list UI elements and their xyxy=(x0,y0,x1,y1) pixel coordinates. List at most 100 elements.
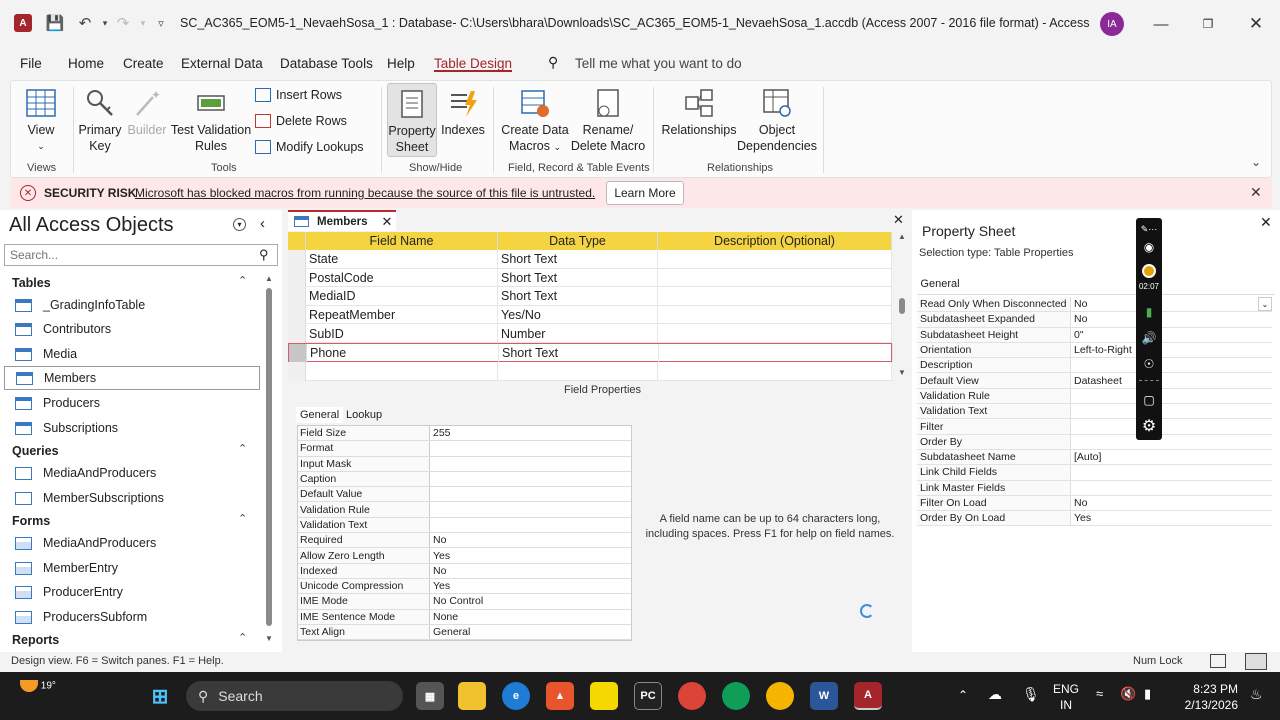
row-selector[interactable] xyxy=(289,344,307,363)
create-data-macros-button[interactable]: Create Data Macros ⌄ xyxy=(499,87,571,155)
property-row[interactable]: Filter xyxy=(917,419,1272,435)
property-value[interactable]: 255 xyxy=(430,426,631,440)
nav-table-item[interactable]: Subscriptions xyxy=(4,416,260,440)
property-value[interactable] xyxy=(1071,435,1272,449)
edge-browser-icon[interactable]: e xyxy=(502,682,530,710)
property-row[interactable]: Orientation Left-to-Right xyxy=(917,342,1272,359)
chevron-up-icon[interactable]: ⌃ xyxy=(238,274,247,287)
nav-form-item[interactable]: ProducerEntry xyxy=(4,580,260,604)
property-row[interactable]: Input Mask xyxy=(298,456,631,472)
data-type-cell[interactable]: Short Text xyxy=(498,268,658,288)
scroll-down-arrow-icon[interactable]: ▼ xyxy=(265,634,273,643)
redo-icon[interactable]: ↷ xyxy=(114,14,132,32)
search-icon[interactable]: ⚲ xyxy=(259,247,269,263)
design-view-icon[interactable] xyxy=(1245,653,1267,670)
close-icon[interactable]: ✕ xyxy=(1250,184,1262,201)
word-icon[interactable]: W xyxy=(810,682,838,710)
nav-query-item[interactable]: MediaAndProducers xyxy=(4,461,260,485)
property-value[interactable] xyxy=(430,457,631,471)
speaker-icon[interactable]: 🔊 xyxy=(1139,328,1159,348)
customize-qat-icon[interactable]: ▿ xyxy=(152,14,170,32)
property-value[interactable]: Yes xyxy=(1071,511,1272,525)
access-taskbar-icon[interactable]: A xyxy=(854,682,882,710)
undo-dropdown-icon[interactable]: ▾ xyxy=(96,14,114,32)
property-row[interactable]: Link Master Fields xyxy=(917,480,1272,496)
property-value[interactable]: None xyxy=(430,610,631,624)
column-header-field-name[interactable]: Field Name xyxy=(306,232,498,250)
pycharm-icon[interactable]: PC xyxy=(634,682,662,710)
property-value[interactable] xyxy=(430,487,631,501)
description-cell[interactable] xyxy=(658,362,892,381)
column-header-description[interactable]: Description (Optional) xyxy=(658,232,892,250)
column-header-data-type[interactable]: Data Type xyxy=(498,232,658,250)
description-cell[interactable] xyxy=(658,324,892,343)
nav-scroll-thumb[interactable] xyxy=(266,288,272,626)
property-value[interactable]: General xyxy=(430,625,631,639)
field-name-cell[interactable] xyxy=(306,362,498,381)
chevron-up-icon[interactable]: ⌃ xyxy=(238,631,247,644)
pen-icon[interactable]: ✎⋯ xyxy=(1139,219,1159,239)
property-value[interactable] xyxy=(1071,465,1272,479)
nav-table-item[interactable]: Contributors xyxy=(4,317,260,341)
chrome-profile-icon[interactable] xyxy=(722,682,750,710)
close-window-button[interactable]: ✕ xyxy=(1241,10,1271,38)
nav-search-input[interactable] xyxy=(5,245,245,265)
avatar[interactable]: IA xyxy=(1100,12,1124,36)
property-value[interactable]: No xyxy=(1071,312,1272,326)
nav-group-reports[interactable]: Reports xyxy=(12,633,59,647)
property-value[interactable]: No xyxy=(1071,496,1272,510)
description-cell[interactable] xyxy=(659,344,893,363)
property-row[interactable]: Unicode Compression Yes xyxy=(298,578,631,595)
record-stop-icon[interactable] xyxy=(1139,261,1159,281)
nav-query-item[interactable]: MemberSubscriptions xyxy=(4,486,260,510)
property-value[interactable]: Yes xyxy=(430,579,631,593)
microphone-icon[interactable]: ▮ xyxy=(1139,302,1159,322)
security-message-link[interactable]: Microsoft has blocked macros from runnin… xyxy=(135,186,595,200)
windows-start-icon[interactable]: ⊞ xyxy=(146,682,174,710)
property-value[interactable]: No xyxy=(430,564,631,578)
property-row[interactable]: Filter On Load No xyxy=(917,495,1272,512)
delete-rows-button[interactable]: Delete Rows xyxy=(255,114,347,128)
property-row[interactable]: Allow Zero Length Yes xyxy=(298,548,631,564)
tab-general[interactable]: General xyxy=(296,407,344,423)
builder-button[interactable]: ✦ Builder xyxy=(125,87,169,138)
table-row[interactable]: RepeatMember Yes/No xyxy=(288,305,892,325)
nav-table-item[interactable]: _GradingInfoTable xyxy=(4,293,260,317)
table-row-empty[interactable] xyxy=(288,362,892,381)
restore-button[interactable]: ❐ xyxy=(1193,10,1223,38)
property-value[interactable] xyxy=(430,518,631,532)
cloud-icon[interactable]: ☁ xyxy=(988,686,1002,703)
tell-me-input[interactable]: Tell me what you want to do xyxy=(575,56,742,71)
camera-icon[interactable]: ◉ xyxy=(1139,237,1159,257)
table-row-selected[interactable]: Phone Short Text xyxy=(288,343,893,363)
property-row[interactable]: Default Value xyxy=(298,487,631,503)
data-type-cell[interactable]: Number xyxy=(498,324,658,343)
learn-more-button[interactable]: Learn More xyxy=(606,181,684,205)
view-button[interactable]: View ⌄ xyxy=(21,87,61,154)
tab-general[interactable]: General xyxy=(917,274,963,294)
property-row[interactable]: Subdatasheet Expanded No xyxy=(917,312,1272,328)
close-tab-icon[interactable]: ✕ xyxy=(382,214,393,230)
brave-browser-icon[interactable]: ▲ xyxy=(546,682,574,710)
property-row[interactable]: Default View Datasheet xyxy=(917,373,1272,389)
row-selector[interactable] xyxy=(288,287,306,306)
wifi-icon[interactable]: ≈ xyxy=(1096,686,1103,701)
row-selector[interactable] xyxy=(288,362,306,381)
chevron-up-icon[interactable]: ⌃ xyxy=(958,688,968,702)
tab-lookup[interactable]: Lookup xyxy=(342,407,386,423)
nav-table-item[interactable]: Media xyxy=(4,342,260,366)
taskbar-search-box[interactable]: ⚲ Search xyxy=(186,681,403,711)
tab-create[interactable]: Create xyxy=(123,56,164,71)
grid-scrollbar[interactable]: ▲ ▼ xyxy=(896,232,908,380)
nav-group-tables[interactable]: Tables xyxy=(12,276,51,290)
tab-file[interactable]: File xyxy=(20,56,42,71)
description-cell[interactable] xyxy=(658,268,892,288)
property-value[interactable] xyxy=(430,472,631,486)
collapse-pane-icon[interactable]: ‹ xyxy=(260,215,265,232)
collapse-ribbon-icon[interactable]: ⌄ xyxy=(1251,155,1261,169)
nav-pane-title[interactable]: All Access Objects xyxy=(9,214,174,237)
nav-form-item[interactable]: MediaAndProducers xyxy=(4,531,260,555)
property-row[interactable]: Link Child Fields xyxy=(917,465,1272,481)
field-name-cell[interactable]: State xyxy=(306,250,498,269)
volume-muted-icon[interactable]: 🔇 xyxy=(1120,686,1136,702)
